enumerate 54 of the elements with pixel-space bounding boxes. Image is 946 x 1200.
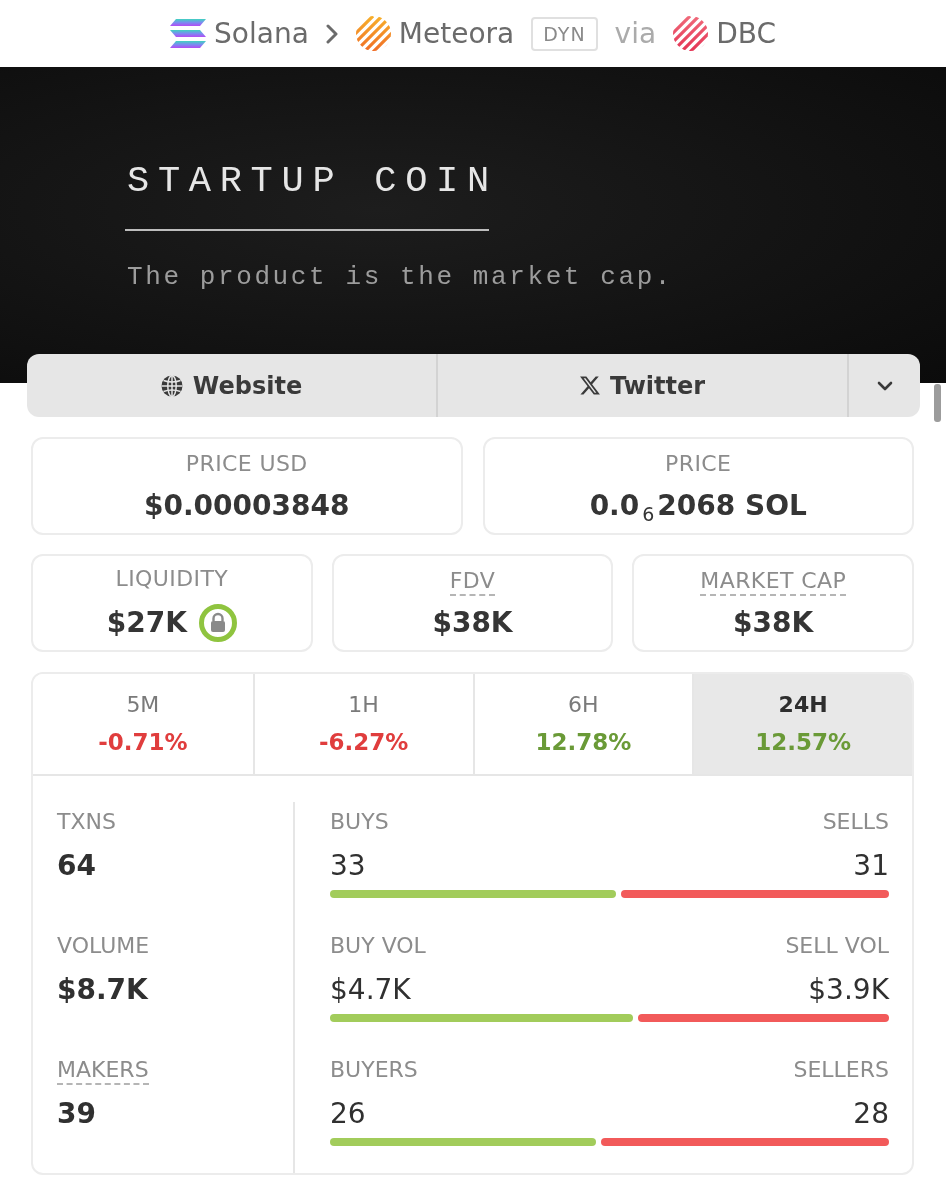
price-label: PRICE USD xyxy=(185,451,308,478)
sell-value: $3.9K xyxy=(808,972,889,1008)
metric-value: $38K xyxy=(733,606,814,640)
price-change: -0.71% xyxy=(98,728,188,756)
price-change: -6.27% xyxy=(318,728,409,756)
website-button[interactable]: Website xyxy=(27,354,436,417)
price-change: 12.78% xyxy=(535,728,632,756)
price-change: 12.57% xyxy=(755,728,851,756)
buy-label: BUY VOL xyxy=(330,933,426,960)
solana-logo-icon xyxy=(170,19,207,48)
stat-value: 39 xyxy=(57,1096,96,1132)
metric-value: $38K xyxy=(432,606,513,640)
sell-label: SELLS xyxy=(822,809,889,836)
via-label: via xyxy=(614,15,657,52)
metric-label: FDV xyxy=(449,568,496,596)
chain-name[interactable]: Solana xyxy=(214,15,309,52)
stat-label: VOLUME xyxy=(57,933,150,960)
chevron-right-icon xyxy=(325,23,339,44)
timeframe-label: 5M xyxy=(126,692,160,718)
dex-name[interactable]: Meteora xyxy=(398,15,515,52)
stat-label: TXNS xyxy=(57,809,116,836)
stat-label: MAKERS xyxy=(57,1057,149,1085)
x-logo-icon xyxy=(579,376,600,395)
more-links-button[interactable] xyxy=(847,354,920,417)
sell-label: SELL VOL xyxy=(785,933,889,960)
buy-value: $4.7K xyxy=(330,972,411,1008)
sell-value: 31 xyxy=(853,848,889,884)
sell-value: 28 xyxy=(853,1096,889,1132)
metric-label: LIQUIDITY xyxy=(115,566,229,593)
buy-label: BUYERS xyxy=(330,1057,418,1084)
scrollbar-thumb xyxy=(934,384,941,422)
metric-label: MARKET CAP xyxy=(700,568,847,596)
launchpad-name[interactable]: DBC xyxy=(716,15,776,52)
pool-type-badge: DYN xyxy=(531,16,598,51)
striped-circle-logo-icon xyxy=(673,16,709,51)
price-label: PRICE xyxy=(665,451,732,478)
buy-label: BUYS xyxy=(330,809,389,836)
sell-label: SELLERS xyxy=(793,1057,889,1084)
price-value: 0.0$_{6}$2068 SOL xyxy=(589,489,807,523)
globe-icon xyxy=(160,374,183,397)
buy-value: 33 xyxy=(330,848,366,884)
stat-value: $8.7K xyxy=(57,972,148,1008)
timeframe-tab[interactable]: 24H 12.57% xyxy=(692,674,912,774)
buy-value: 26 xyxy=(330,1096,366,1132)
stat-value: 64 xyxy=(57,848,96,884)
timeframe-label: 24H xyxy=(778,692,828,718)
metric-value: $27K xyxy=(106,606,187,640)
striped-circle-logo-icon xyxy=(355,16,391,51)
banner-title: STARTUP COIN xyxy=(127,161,498,201)
timeframe-label: 1H xyxy=(348,692,379,718)
timeframe-label: 6H xyxy=(568,692,599,718)
twitter-button[interactable]: Twitter xyxy=(436,354,847,417)
price-value: $0.00003848 xyxy=(144,489,350,523)
banner-tagline: The product is the market cap. xyxy=(127,261,674,293)
